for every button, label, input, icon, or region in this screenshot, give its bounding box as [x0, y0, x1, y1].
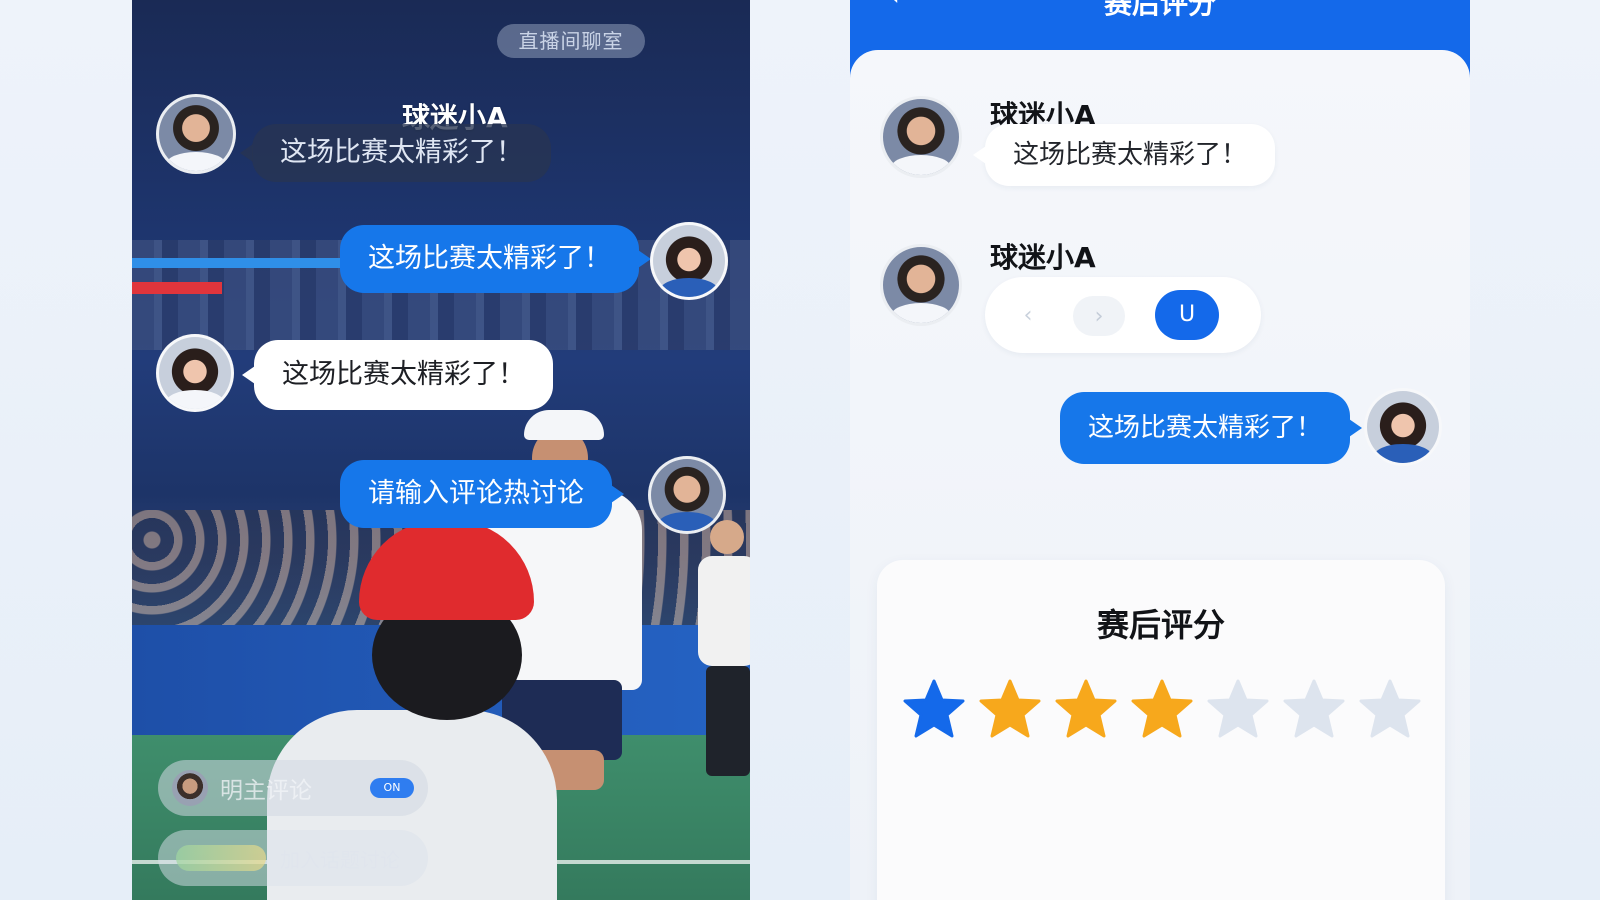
self-avatar[interactable]	[648, 456, 726, 534]
chat-bubble-received: 这场比赛太精彩了！	[973, 124, 1276, 186]
chat-bubble-received: 这场比赛太精彩了！	[242, 340, 553, 410]
live-chat-screen: 直播间聊室 球迷小A 这场比赛太精彩了！ 这场比赛太精彩了！ 这场比赛太精彩了！…	[132, 0, 750, 900]
header-title: 赛后评分	[1103, 0, 1216, 20]
chat-bubble-text: 请输入评论热讨论	[368, 478, 584, 509]
chat-bubble-sent: 这场比赛太精彩了！	[1060, 392, 1363, 464]
user-avatar[interactable]	[880, 244, 962, 326]
star-empty-icon[interactable]	[1359, 678, 1421, 740]
star-filled-icon[interactable]	[1055, 678, 1117, 740]
comment-prompt-bubble[interactable]: 请输入评论热讨论	[340, 460, 624, 528]
chevron-left-icon[interactable]: ‹	[1007, 295, 1049, 337]
user-avatar[interactable]	[156, 334, 234, 412]
chat-bubble-text: 这场比赛太精彩了！	[1088, 413, 1323, 443]
rating-card: 赛后评分	[877, 560, 1445, 900]
toggle-switch[interactable]: ON	[370, 778, 414, 798]
chevron-right-icon[interactable]: ›	[1073, 296, 1125, 336]
topic-bar-text: 加入话题讨论	[280, 847, 400, 872]
mini-avatar	[172, 770, 208, 806]
star-filled-icon[interactable]	[903, 678, 965, 740]
star-empty-icon[interactable]	[1207, 678, 1269, 740]
chat-bubble-text: 这场比赛太精彩了！	[1013, 140, 1248, 170]
star-filled-icon[interactable]	[1131, 678, 1193, 740]
topic-bar[interactable]: 加入话题讨论	[158, 830, 428, 886]
chat-username: 球迷小A	[990, 241, 1096, 274]
chat-bubble-text: 这场比赛太精彩了！	[282, 359, 525, 390]
comment-input-label: 明主评论	[220, 778, 312, 804]
chat-bubble-text: 这场比赛太精彩了！	[280, 137, 523, 168]
chat-bubble-sent: 这场比赛太精彩了！	[340, 225, 651, 293]
user-avatar[interactable]	[156, 94, 236, 174]
user-button[interactable]: U	[1155, 290, 1219, 340]
star-filled-icon[interactable]	[979, 678, 1041, 740]
star-empty-icon[interactable]	[1283, 678, 1345, 740]
room-title-pill: 直播间聊室	[497, 24, 645, 58]
message-controls: ‹ › U	[985, 277, 1261, 353]
topic-chip[interactable]	[176, 845, 266, 871]
chat-bubble-text: 这场比赛太精彩了！	[368, 243, 611, 274]
self-avatar[interactable]	[650, 222, 728, 300]
self-avatar[interactable]	[1364, 388, 1442, 466]
star-rating[interactable]	[903, 678, 1421, 740]
rating-title: 赛后评分	[1096, 606, 1225, 644]
user-avatar[interactable]	[880, 96, 962, 178]
chat-bubble-received: 这场比赛太精彩了！	[240, 124, 551, 182]
comment-input-pill[interactable]: 明主评论 ON	[158, 760, 428, 816]
